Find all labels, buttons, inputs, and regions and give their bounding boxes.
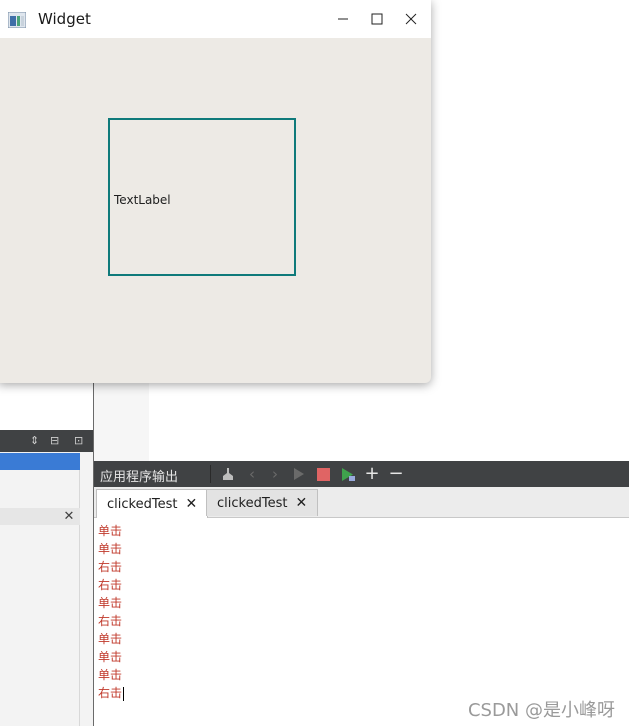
- left-panel-toolbar: ⇕ ⊟ ⊡: [0, 430, 93, 452]
- zoom-out-icon[interactable]: −: [386, 464, 406, 484]
- watermark: CSDN @是小峰呀: [467, 700, 615, 721]
- widget-window: Widget TextLabel: [0, 0, 431, 383]
- close-icon[interactable]: [396, 4, 426, 34]
- minimize-icon[interactable]: [328, 4, 358, 34]
- toolbar-separator: [210, 465, 211, 483]
- debug-run-icon[interactable]: [338, 464, 358, 484]
- output-line: 单击: [98, 524, 123, 538]
- window-client-area: TextLabel: [0, 38, 431, 383]
- output-line: 单击: [98, 632, 123, 646]
- left-panel-close-icon[interactable]: ✕: [62, 508, 76, 525]
- clear-output-icon[interactable]: [218, 464, 238, 484]
- text-label-frame[interactable]: TextLabel: [108, 118, 296, 276]
- tab-label: clickedTest: [217, 495, 288, 511]
- next-icon[interactable]: ›: [265, 464, 285, 484]
- app-icon: [7, 11, 27, 29]
- text-cursor: [123, 686, 125, 701]
- split-icon[interactable]: ⊟: [50, 434, 59, 447]
- tab-label: clickedTest: [107, 496, 178, 512]
- tab-close-icon[interactable]: ✕: [295, 495, 307, 511]
- maximize-icon[interactable]: [362, 4, 392, 34]
- zoom-in-icon[interactable]: +: [362, 464, 382, 484]
- previous-icon[interactable]: ‹: [242, 464, 262, 484]
- tab-clickedtest-2[interactable]: clickedTest ✕: [206, 489, 319, 516]
- output-line: 单击: [98, 668, 123, 682]
- output-line: 单击: [98, 650, 123, 664]
- output-line: 右击: [98, 560, 123, 574]
- output-line-text: 右击: [98, 686, 123, 700]
- sort-arrows-icon[interactable]: ⇕: [30, 434, 39, 447]
- stop-icon[interactable]: [313, 464, 333, 484]
- output-line: 右击: [98, 578, 123, 592]
- output-line-last: 右击: [98, 684, 125, 702]
- output-line: 右击: [98, 614, 123, 628]
- window-title: Widget: [38, 10, 91, 28]
- output-toolbar: 应用程序输出 ‹ › + −: [94, 461, 629, 487]
- output-line: 单击: [98, 542, 123, 556]
- output-pane-title: 应用程序输出: [100, 470, 179, 485]
- output-line: 单击: [98, 596, 123, 610]
- output-tabs: clickedTest ✕ clickedTest ✕: [94, 487, 629, 518]
- text-label: TextLabel: [114, 193, 171, 207]
- application-output[interactable]: 单击 单击 右击 右击 单击 右击 单击 单击 单击 右击: [94, 518, 629, 726]
- tab-close-icon[interactable]: ✕: [185, 496, 197, 512]
- tab-clickedtest-1[interactable]: clickedTest ✕: [96, 489, 209, 518]
- run-icon[interactable]: [289, 464, 309, 484]
- title-bar[interactable]: Widget: [0, 0, 431, 38]
- left-panel-selected-row[interactable]: [0, 453, 80, 470]
- collapse-icon[interactable]: ⊡: [74, 434, 83, 447]
